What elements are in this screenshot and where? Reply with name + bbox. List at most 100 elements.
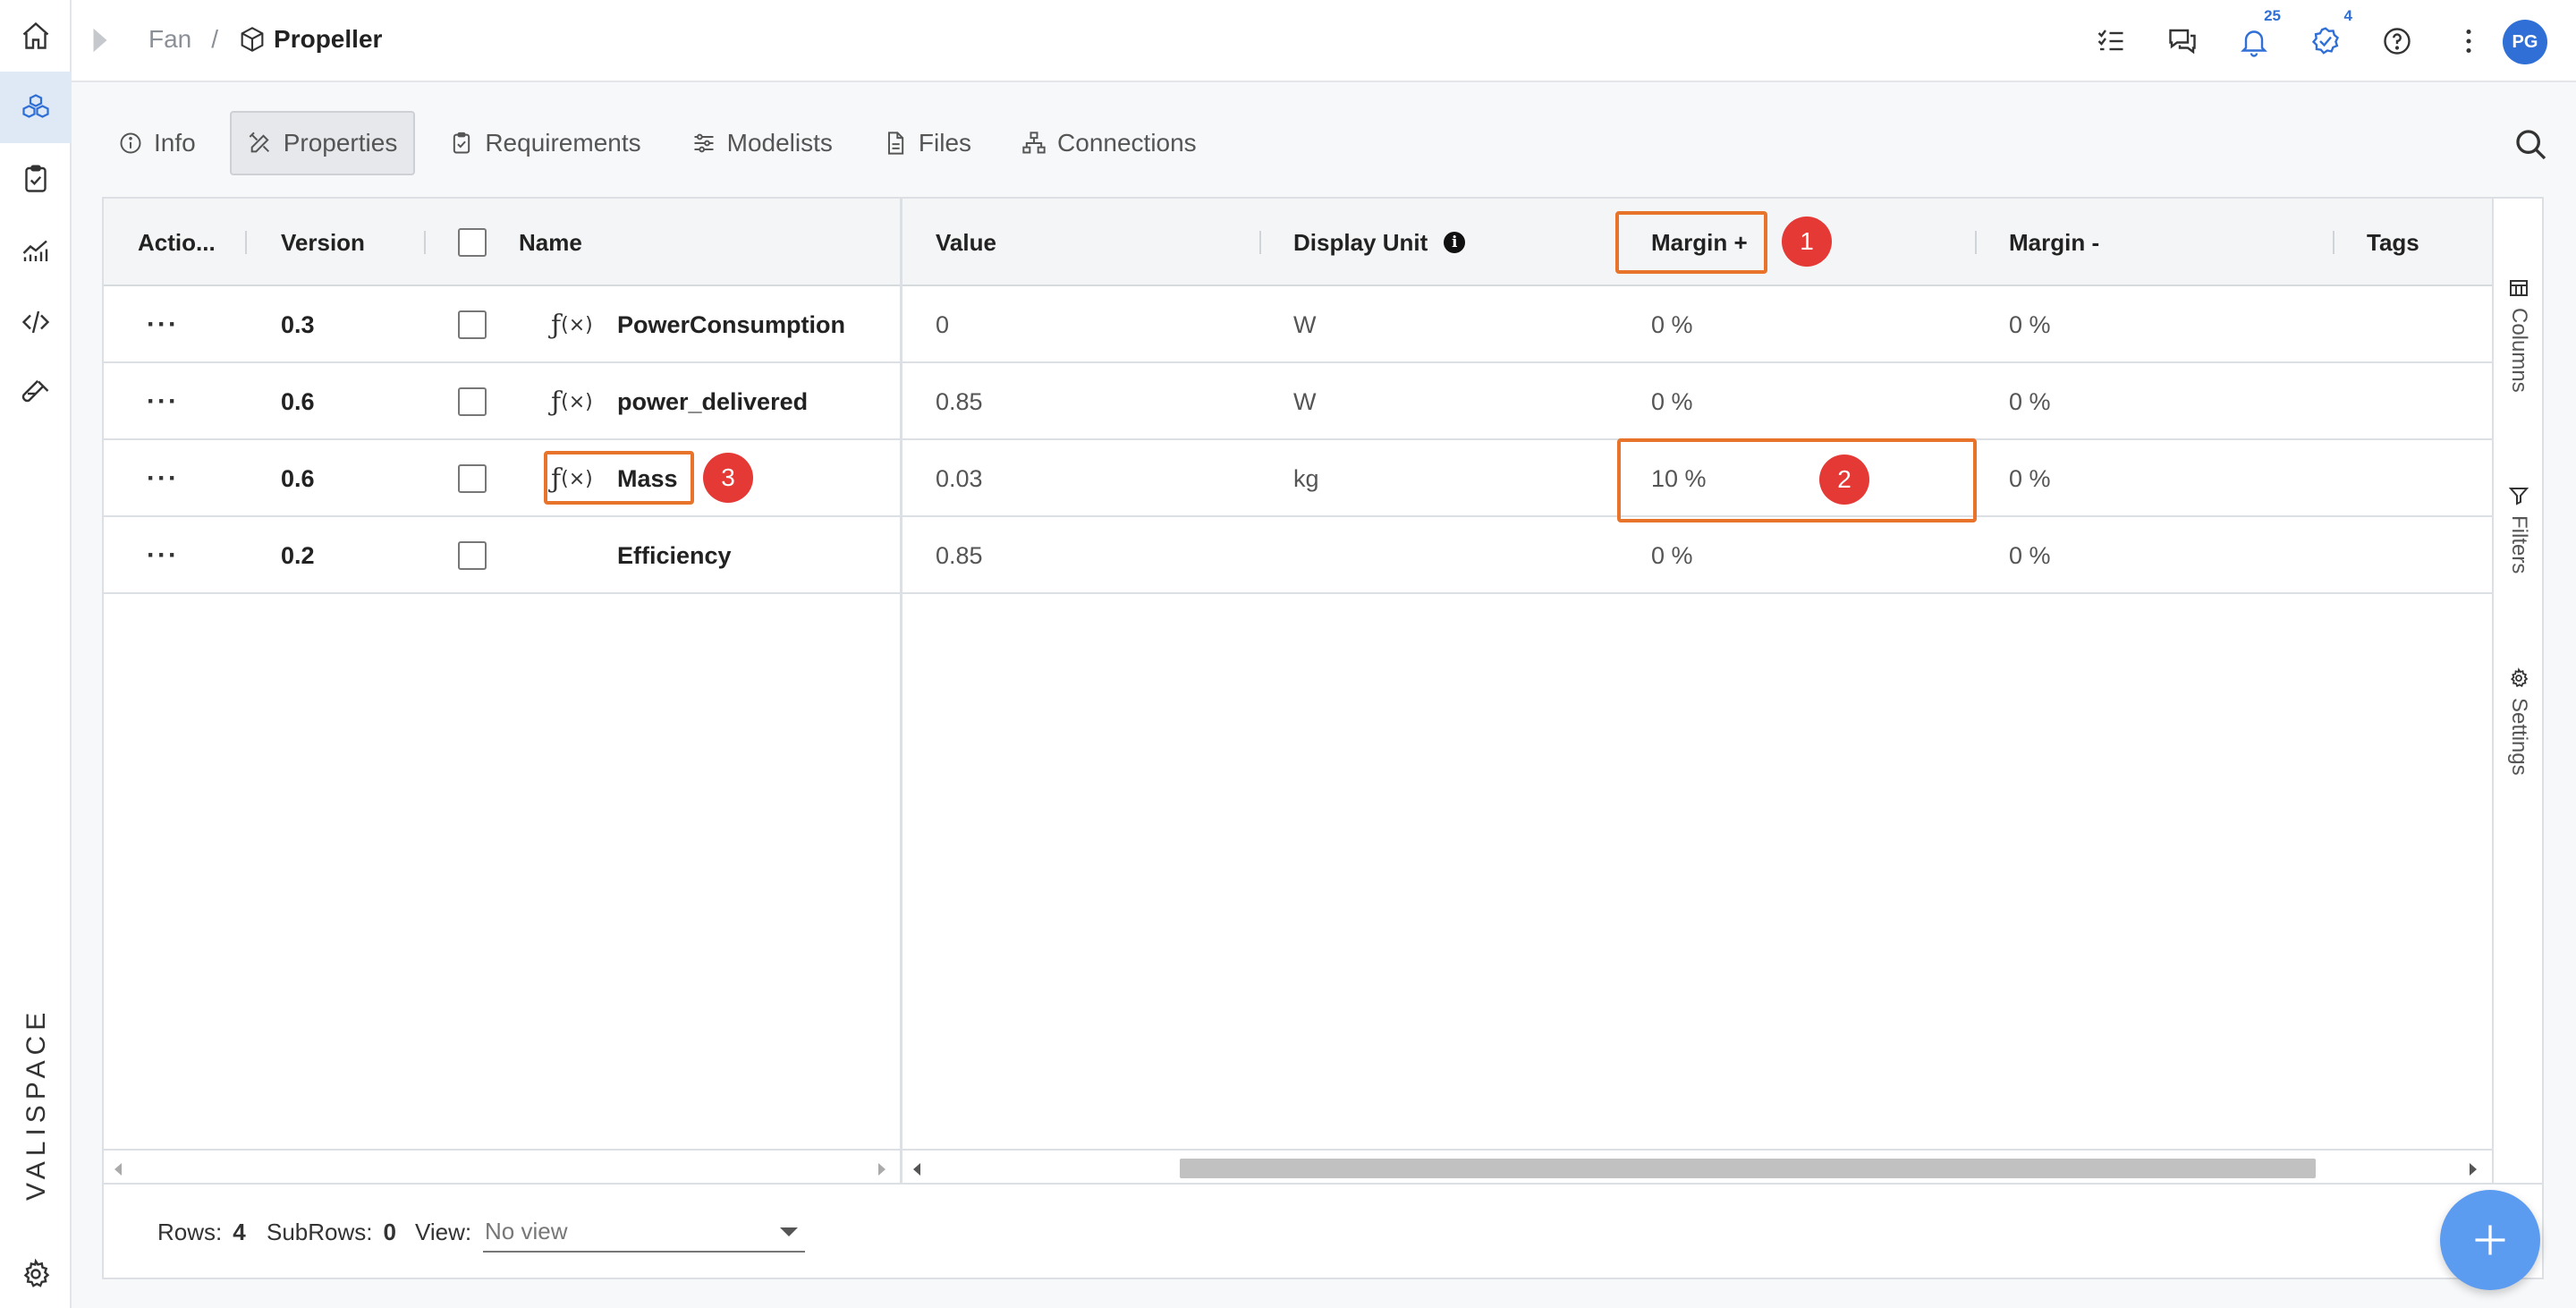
- row-checkbox[interactable]: [458, 310, 487, 339]
- row-actions-button[interactable]: ···: [147, 517, 179, 594]
- column-separator[interactable]: [424, 231, 426, 254]
- tasks-button[interactable]: 4: [2306, 7, 2352, 61]
- row-actions-button[interactable]: ···: [147, 363, 179, 440]
- annotation-marker: 3: [703, 453, 753, 503]
- column-header-version[interactable]: Version: [281, 199, 365, 286]
- row-name[interactable]: PowerConsumption: [617, 286, 845, 363]
- search-icon[interactable]: [2513, 127, 2549, 163]
- row-actions-button[interactable]: ···: [147, 286, 179, 363]
- column-separator[interactable]: [1975, 231, 1977, 254]
- tab-requirements[interactable]: Requirements: [433, 111, 657, 175]
- view-select[interactable]: No view: [483, 1211, 805, 1253]
- table-header: Actio... Version Name Value Display Unit…: [104, 199, 2492, 286]
- subrows-label: SubRows:: [267, 1218, 373, 1245]
- table-row[interactable]: ··· 0.2 Efficiency 0.85 0 % 0 %: [104, 517, 2492, 594]
- row-margin-plus[interactable]: 0 %: [1651, 363, 1693, 440]
- column-separator[interactable]: [2333, 231, 2334, 254]
- clipboard-check-icon: [25, 165, 47, 192]
- row-margin-plus[interactable]: 0 %: [1651, 286, 1693, 363]
- column-header-margin-minus[interactable]: Margin -: [2009, 199, 2099, 286]
- row-margin-minus[interactable]: 0 %: [2009, 440, 2051, 517]
- user-avatar[interactable]: PG: [2503, 20, 2547, 64]
- table-row[interactable]: ··· 0.6 ƒ (×) Mass 0.03 kg 10 % 0 %: [104, 440, 2492, 517]
- breadcrumb-parent[interactable]: Fan: [148, 25, 191, 54]
- filters-panel-button[interactable]: Filters: [2494, 485, 2544, 573]
- view-select-value: No view: [485, 1217, 568, 1244]
- scroll-right-arrow[interactable]: [878, 1163, 886, 1176]
- row-value[interactable]: 0: [936, 286, 949, 363]
- column-header-value[interactable]: Value: [936, 199, 996, 286]
- row-margin-minus[interactable]: 0 %: [2009, 363, 2051, 440]
- annotation-marker: 1: [1782, 217, 1832, 267]
- notifications-button[interactable]: 25: [2234, 7, 2281, 61]
- row-margin-plus[interactable]: 0 %: [1651, 517, 1693, 594]
- discussions-button[interactable]: [2163, 21, 2202, 61]
- row-unit[interactable]: W: [1293, 286, 1316, 363]
- column-header-tags[interactable]: Tags: [2367, 199, 2419, 286]
- row-margin-minus[interactable]: 0 %: [2009, 286, 2051, 363]
- tab-modelists[interactable]: Modelists: [675, 111, 849, 175]
- tab-files[interactable]: Files: [867, 111, 987, 175]
- nav-analyses[interactable]: [0, 215, 72, 286]
- scrollbar-thumb[interactable]: [1180, 1159, 2316, 1178]
- checklist-button[interactable]: [2091, 21, 2131, 61]
- tab-properties[interactable]: Properties: [229, 111, 416, 175]
- pinned-horizontal-scrollbar[interactable]: [104, 1149, 900, 1183]
- checklist-icon: [2097, 30, 2123, 51]
- subrows-count: SubRows: 0: [267, 1185, 396, 1279]
- info-icon[interactable]: i: [1444, 232, 1466, 253]
- bell-icon: [2241, 30, 2267, 57]
- object-tabs: Info Properties Requirements Modelists F…: [102, 111, 1231, 175]
- scroll-right-arrow[interactable]: [2470, 1163, 2477, 1176]
- row-checkbox[interactable]: [458, 387, 487, 416]
- row-actions-button[interactable]: ···: [147, 440, 179, 517]
- row-version: 0.2: [281, 541, 315, 569]
- columns-panel-button[interactable]: Columns: [2494, 277, 2544, 393]
- breadcrumb-separator: /: [211, 25, 219, 53]
- column-separator[interactable]: [1259, 231, 1261, 254]
- verified-check-icon: [2311, 27, 2339, 55]
- row-unit[interactable]: W: [1293, 363, 1316, 440]
- row-name[interactable]: power_delivered: [617, 363, 808, 440]
- expand-tree-icon[interactable]: [89, 27, 111, 54]
- row-name[interactable]: Efficiency: [617, 517, 732, 594]
- filter-icon: [2508, 488, 2529, 505]
- annotation-box-margin-header: [1615, 211, 1767, 274]
- row-value[interactable]: 0.85: [936, 517, 983, 594]
- table-row[interactable]: ··· 0.3 ƒ (×) PowerConsumption 0 W 0 % 0 …: [104, 286, 2492, 363]
- select-all-checkbox[interactable]: [458, 228, 487, 257]
- nav-home[interactable]: [0, 0, 72, 72]
- row-margin-minus[interactable]: 0 %: [2009, 517, 2051, 594]
- scroll-left-arrow[interactable]: [913, 1163, 920, 1176]
- column-header-name[interactable]: Name: [519, 199, 582, 286]
- row-checkbox-cell: [458, 517, 487, 594]
- add-property-button[interactable]: [2440, 1190, 2540, 1290]
- table-footer: Rows: 4 SubRows: 0 View: No view: [104, 1183, 2542, 1278]
- settings-panel-button[interactable]: Settings: [2494, 667, 2544, 776]
- column-separator[interactable]: [245, 231, 247, 254]
- nav-components[interactable]: [0, 72, 72, 143]
- help-button[interactable]: [2377, 21, 2417, 61]
- row-value[interactable]: 0.03: [936, 440, 983, 517]
- row-checkbox[interactable]: [458, 464, 487, 493]
- column-header-actions[interactable]: Actio...: [138, 199, 216, 286]
- row-checkbox[interactable]: [458, 541, 487, 570]
- column-header-display-unit[interactable]: Display Unit i: [1293, 199, 1466, 286]
- main-horizontal-scrollbar[interactable]: [902, 1149, 2492, 1183]
- scroll-left-arrow[interactable]: [114, 1163, 122, 1176]
- table-row[interactable]: ··· 0.6 ƒ (×) power_delivered 0.85 W 0 % …: [104, 363, 2492, 440]
- gear-icon: [2510, 667, 2529, 688]
- cubes-icon: [22, 94, 49, 118]
- gear-icon: [23, 1258, 50, 1287]
- row-unit[interactable]: kg: [1293, 440, 1319, 517]
- nav-scripting[interactable]: [0, 286, 72, 358]
- nav-settings[interactable]: [0, 1238, 72, 1308]
- tab-connections[interactable]: Connections: [1005, 111, 1213, 175]
- nav-requirements[interactable]: [0, 143, 72, 215]
- file-icon: [887, 132, 904, 155]
- more-menu-button[interactable]: [2449, 21, 2488, 61]
- tab-info[interactable]: Info: [102, 111, 212, 175]
- nav-tests[interactable]: [0, 358, 72, 429]
- columns-icon: [2510, 280, 2528, 296]
- row-value[interactable]: 0.85: [936, 363, 983, 440]
